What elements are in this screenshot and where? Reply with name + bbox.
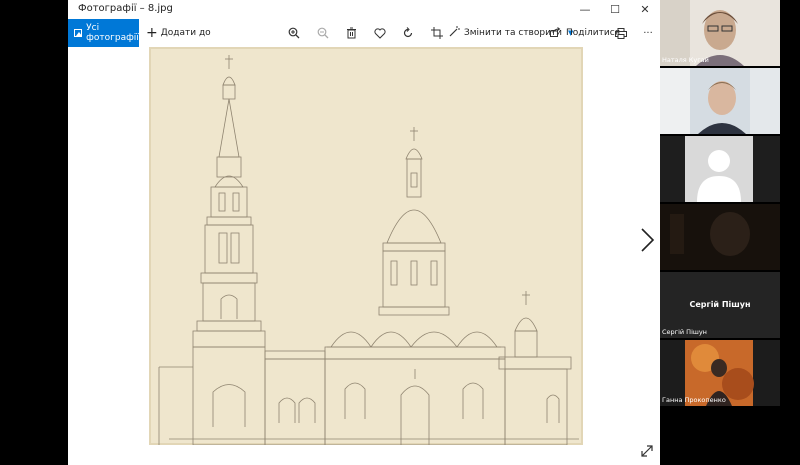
all-photos-label: Усі фотографії xyxy=(86,23,139,43)
heart-icon[interactable] xyxy=(370,23,390,43)
crop-icon[interactable] xyxy=(427,23,447,43)
participant-video xyxy=(660,68,780,134)
add-to-label: Додати до xyxy=(160,28,211,38)
photos-app-window: Фотографії – 8.jpg — ☐ ✕ Усі фотографії … xyxy=(68,0,660,465)
expand-icon[interactable] xyxy=(640,443,654,457)
zoom-out-icon[interactable] xyxy=(313,23,333,43)
participant-tile[interactable]: Наталя Кугай xyxy=(660,0,780,66)
maximize-button[interactable]: ☐ xyxy=(600,0,630,19)
participant-video xyxy=(660,204,780,270)
share-button[interactable]: Поділитися xyxy=(550,19,620,47)
plus-icon: + xyxy=(146,25,158,41)
cathedral-drawing-photo xyxy=(149,47,583,445)
all-photos-button[interactable]: Усі фотографії xyxy=(68,19,139,47)
magic-wand-icon xyxy=(449,26,460,40)
photo-viewer xyxy=(68,47,660,465)
share-icon xyxy=(550,26,561,40)
edit-create-label: Змінити та створити xyxy=(464,28,563,38)
participant-tile[interactable]: Ганна Прокопенко xyxy=(660,340,780,406)
participant-tile[interactable] xyxy=(660,68,780,134)
toolbar: Усі фотографії + Додати до Змінити та ст… xyxy=(68,19,660,47)
add-to-button[interactable]: + Додати до xyxy=(146,19,211,47)
participant-tile[interactable]: Сергій Пішун Сергій Пішун xyxy=(660,272,780,338)
participant-name: Наталя Кугай xyxy=(662,56,709,64)
delete-icon[interactable] xyxy=(341,23,361,43)
participant-name: Сергій Пішун xyxy=(662,328,707,336)
close-button[interactable]: ✕ xyxy=(630,0,660,19)
participant-display-name: Сергій Пішун xyxy=(689,300,751,309)
print-icon[interactable] xyxy=(611,23,631,43)
title-bar: Фотографії – 8.jpg — ☐ ✕ xyxy=(68,0,660,19)
window-title: Фотографії – 8.jpg xyxy=(78,3,173,14)
zoom-in-icon[interactable] xyxy=(284,23,304,43)
participants-panel: Наталя Кугай Сергій Пішун Сергій Пішун Г… xyxy=(660,0,800,465)
participant-tile[interactable] xyxy=(660,204,780,270)
rotate-icon[interactable] xyxy=(398,23,418,43)
avatar xyxy=(685,136,753,202)
participant-tile[interactable] xyxy=(660,136,780,202)
photos-icon xyxy=(74,29,83,37)
next-photo-arrow-icon[interactable] xyxy=(638,227,656,253)
participant-name: Ганна Прокопенко xyxy=(662,396,726,404)
more-options-button[interactable]: ··· xyxy=(638,23,658,43)
minimize-button[interactable]: — xyxy=(570,0,600,19)
